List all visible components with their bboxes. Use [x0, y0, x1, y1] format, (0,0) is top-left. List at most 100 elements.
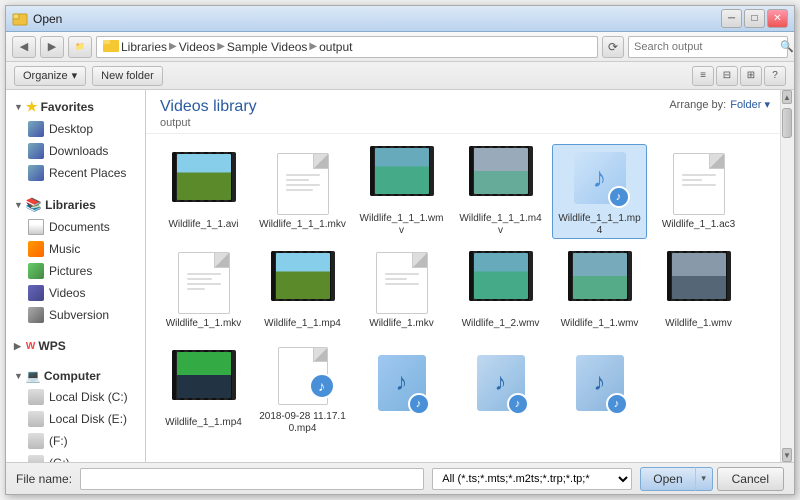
filetype-select[interactable]: All (*.ts;*.mts;*.m2ts;*.trp;*.tp;* Vide… [432, 468, 632, 490]
forward-button[interactable]: ▶ [40, 36, 64, 58]
files-grid: Wildlife_1_1.avi [146, 134, 780, 462]
breadcrumb-libraries[interactable]: Libraries [121, 40, 167, 54]
sidebar-item-videos[interactable]: Videos [6, 282, 145, 304]
folder-icon: 📁 [75, 42, 85, 51]
file-item-14[interactable]: ♪ ♪ [354, 342, 449, 437]
minimize-button[interactable]: ─ [721, 9, 742, 28]
open-arrow-button[interactable]: ▾ [695, 467, 713, 491]
file-item-2[interactable]: Wildlife_1_1_1.wmv [354, 144, 449, 239]
sidebar-favorites-section: ▼ ★ Favorites Desktop Downloads Recent P… [6, 96, 145, 184]
file-item-10[interactable]: Wildlife_1_1.wmv [552, 243, 647, 338]
sidebar-item-subversion[interactable]: Subversion [6, 304, 145, 326]
cancel-button[interactable]: Cancel [717, 467, 784, 491]
file-icon-3 [469, 146, 533, 210]
file-item-16[interactable]: ♪ ♪ [552, 342, 647, 437]
file-icon-5 [667, 152, 731, 216]
sidebar-computer-header[interactable]: ▼ 💻 Computer [6, 366, 145, 386]
file-item-12[interactable]: Wildlife_1_1.mp4 [156, 342, 251, 437]
file-icon-15: ♪ ♪ [469, 351, 533, 415]
wps-arrow-icon: ▶ [14, 341, 21, 352]
content-area: Videos library output Arrange by: Folder… [146, 90, 780, 462]
computer-icon: 💻 [26, 369, 41, 383]
sidebar-libraries-header[interactable]: ▼ 📚 Libraries [6, 194, 145, 216]
file-item-0[interactable]: Wildlife_1_1.avi [156, 144, 251, 239]
filename-label: File name: [16, 472, 72, 486]
close-button[interactable]: ✕ [767, 9, 788, 28]
sidebar-libraries-section: ▼ 📚 Libraries Documents Music Pictures [6, 194, 145, 326]
sidebar-item-documents[interactable]: Documents [6, 216, 145, 238]
organize-button[interactable]: Organize ▾ [14, 66, 86, 86]
help-button[interactable]: ? [764, 66, 786, 86]
sidebar: ▼ ★ Favorites Desktop Downloads Recent P… [6, 90, 146, 462]
file-icon-10 [568, 251, 632, 315]
file-label-1: Wildlife_1_1_1.mkv [259, 219, 346, 231]
file-icon-7 [271, 251, 335, 315]
file-label-8: Wildlife_1.mkv [369, 318, 433, 330]
sidebar-item-pictures[interactable]: Pictures [6, 260, 145, 282]
sidebar-item-recent-places[interactable]: Recent Places [6, 162, 145, 184]
new-folder-button[interactable]: New folder [92, 66, 163, 86]
maximize-button[interactable]: □ [744, 9, 765, 28]
breadcrumb-output[interactable]: output [319, 40, 352, 54]
view-details-button[interactable]: ≡ [692, 66, 714, 86]
file-icon-13: ♪ [271, 344, 335, 408]
file-item-3[interactable]: Wildlife_1_1_1.m4v [453, 144, 548, 239]
file-label-6: Wildlife_1_1.mkv [166, 318, 242, 330]
sidebar-item-f-drive[interactable]: (F:) [6, 430, 145, 452]
view-grid-button[interactable]: ⊞ [740, 66, 762, 86]
window-icon [12, 11, 28, 27]
back-button[interactable]: ◀ [12, 36, 36, 58]
music-icon [28, 241, 44, 257]
file-item-4[interactable]: ♪ ♪ Wildlife_1_1_1.mp4 [552, 144, 647, 239]
sidebar-item-g-drive[interactable]: (G:) [6, 452, 145, 462]
arrange-arrow-icon: ▾ [764, 99, 770, 111]
file-item-5[interactable]: Wildlife_1_1.ac3 [651, 144, 746, 239]
breadcrumb-videos[interactable]: Videos [179, 40, 215, 54]
sidebar-favorites-header[interactable]: ▼ ★ Favorites [6, 96, 145, 118]
sidebar-item-desktop[interactable]: Desktop [6, 118, 145, 140]
refresh-button[interactable]: ⟳ [602, 36, 624, 58]
file-item-11[interactable]: Wildlife_1.wmv [651, 243, 746, 338]
file-item-6[interactable]: Wildlife_1_1.mkv [156, 243, 251, 338]
sidebar-docs-label: Documents [49, 220, 110, 234]
search-input[interactable] [634, 41, 776, 53]
content-scrollbar[interactable]: ▲ ▼ [780, 90, 794, 462]
breadcrumb-sep2: ▶ [217, 41, 225, 52]
arrange-bar: Arrange by: Folder ▾ [669, 98, 770, 111]
window-title: Open [33, 12, 721, 26]
file-icon-8 [370, 251, 434, 315]
open-dialog: Open ─ □ ✕ ◀ ▶ 📁 Libraries ▶ Videos ▶ Sa… [5, 5, 795, 495]
file-item-15[interactable]: ♪ ♪ [453, 342, 548, 437]
videos-icon [28, 285, 44, 301]
file-item-9[interactable]: Wildlife_1_2.wmv [453, 243, 548, 338]
sidebar-wps-header[interactable]: ▶ W WPS [6, 336, 145, 356]
sidebar-wps-section: ▶ W WPS [6, 336, 145, 356]
file-label-12: Wildlife_1_1.mp4 [165, 417, 242, 429]
open-button[interactable]: Open [640, 467, 694, 491]
sidebar-item-c-drive[interactable]: Local Disk (C:) [6, 386, 145, 408]
filename-input[interactable] [80, 468, 424, 490]
sidebar-recent-label: Recent Places [49, 166, 126, 180]
breadcrumb-sample-videos[interactable]: Sample Videos [227, 40, 308, 54]
arrange-value[interactable]: Folder ▾ [730, 98, 770, 111]
file-item-1[interactable]: Wildlife_1_1_1.mkv [255, 144, 350, 239]
computer-label: Computer [44, 369, 101, 383]
sidebar-c-drive-label: Local Disk (C:) [49, 390, 128, 404]
e-drive-icon [28, 411, 44, 427]
file-item-7[interactable]: Wildlife_1_1.mp4 [255, 243, 350, 338]
file-item-8[interactable]: Wildlife_1.mkv [354, 243, 449, 338]
breadcrumb[interactable]: Libraries ▶ Videos ▶ Sample Videos ▶ out… [96, 36, 598, 58]
sidebar-item-e-drive[interactable]: Local Disk (E:) [6, 408, 145, 430]
file-icon-0 [172, 152, 236, 216]
sidebar-downloads-label: Downloads [49, 144, 108, 158]
recent-icon [28, 165, 44, 181]
sidebar-item-music[interactable]: Music [6, 238, 145, 260]
search-box[interactable]: 🔍 [628, 36, 788, 58]
file-item-13[interactable]: ♪ 2018-09-28 11.17.10.mp4 [255, 342, 350, 437]
documents-icon [28, 219, 44, 235]
up-button[interactable]: 📁 [68, 36, 92, 58]
file-icon-4: ♪ ♪ [568, 146, 632, 210]
view-list-button[interactable]: ⊟ [716, 66, 738, 86]
arrange-label: Arrange by: [669, 99, 726, 111]
sidebar-item-downloads[interactable]: Downloads [6, 140, 145, 162]
